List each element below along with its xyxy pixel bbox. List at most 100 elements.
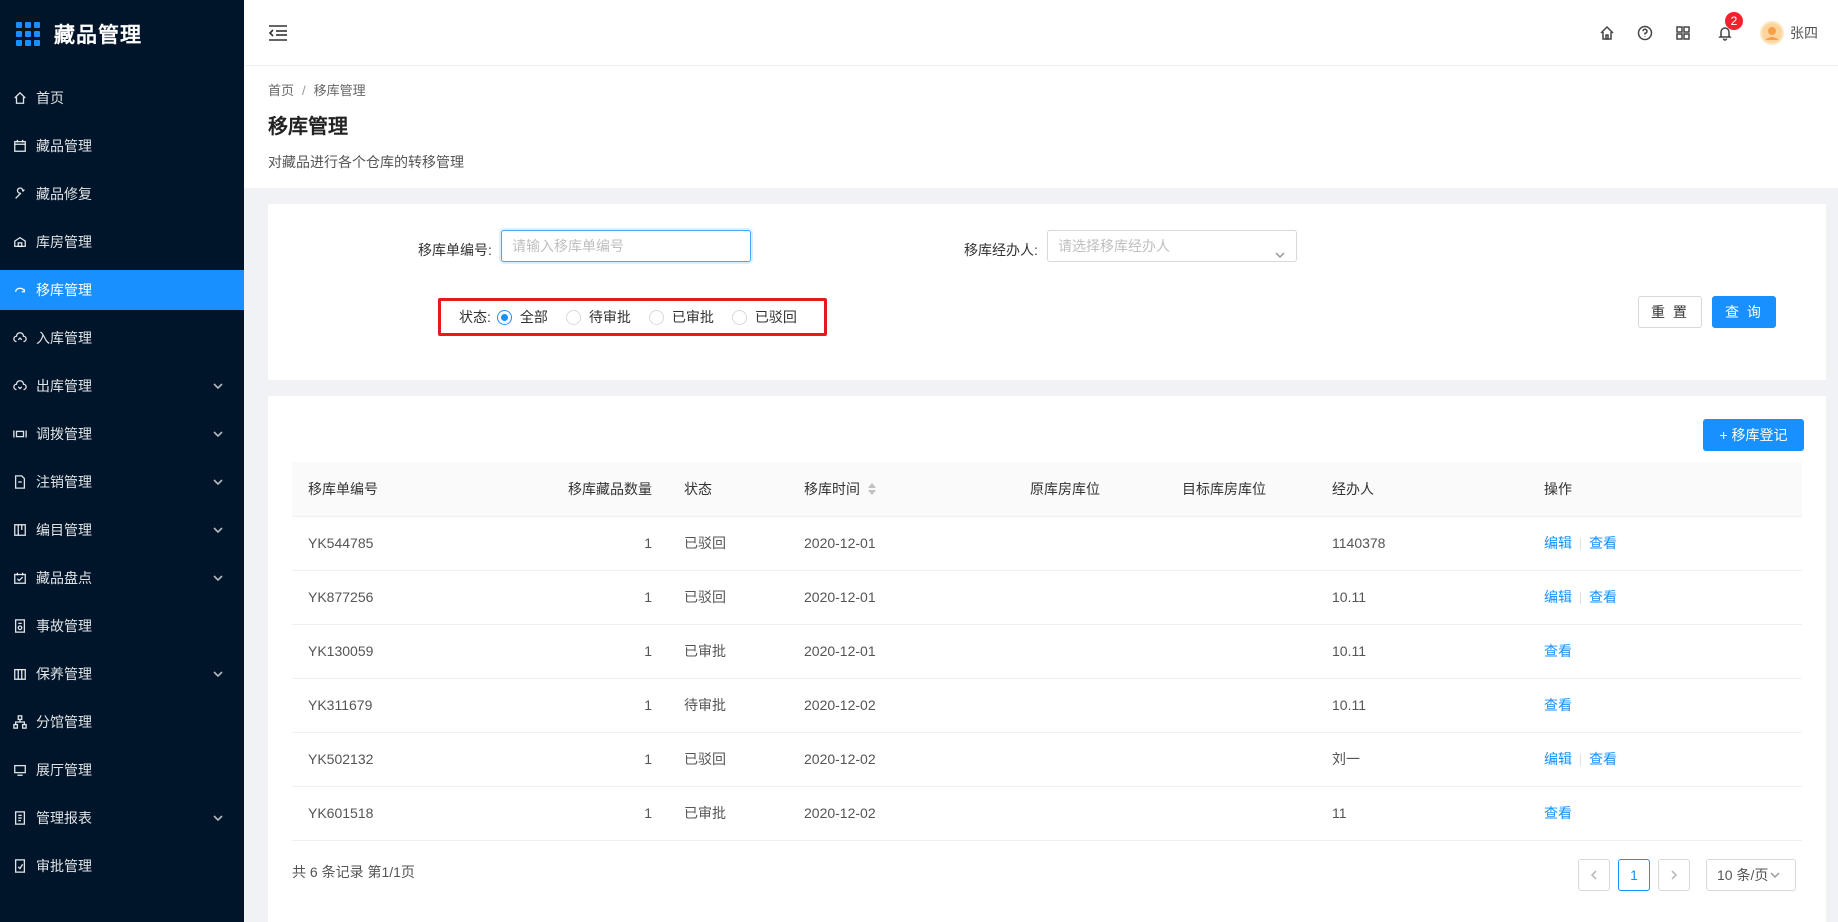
view-link[interactable]: 查看 xyxy=(1589,535,1617,551)
radio-circle-icon[interactable] xyxy=(648,309,664,325)
status-radio-1[interactable]: 待审批 xyxy=(565,307,631,327)
view-link[interactable]: 查看 xyxy=(1544,697,1572,713)
cell-count: 1 xyxy=(512,570,668,625)
edit-link[interactable]: 编辑 xyxy=(1544,751,1572,767)
chevron-down-icon[interactable] xyxy=(212,475,224,487)
order-no-input[interactable] xyxy=(501,230,751,262)
cell-handler: 10.11 xyxy=(1316,624,1528,679)
sidebar-item-label: 保养管理 xyxy=(36,666,92,682)
pagination: 1 10 条/页 xyxy=(1570,859,1796,891)
table-body: YK544785 1 已驳回 2020-12-01 1140378 编辑 查看 YK87725… xyxy=(292,516,1802,841)
table-row: YK601518 1 已审批 2020-12-02 11 查看 xyxy=(292,786,1802,841)
table-row: YK502132 1 已驳回 2020-12-02 刘一 编辑 查看 xyxy=(292,732,1802,787)
sidebar-item-2[interactable]: 藏品修复 xyxy=(0,174,244,214)
monitor-icon xyxy=(13,763,27,777)
sidebar-item-label: 藏品修复 xyxy=(36,186,92,202)
status-radio-0[interactable]: 全部 xyxy=(496,307,548,327)
app-grid-icon xyxy=(16,22,40,46)
maintenance-icon xyxy=(13,667,27,681)
cell-code: YK544785 xyxy=(292,516,512,571)
col-time[interactable]: 移库时间 xyxy=(788,462,1014,517)
sidebar-item-15[interactable]: 管理报表 xyxy=(0,798,244,838)
sidebar-item-label: 库房管理 xyxy=(36,234,92,250)
col-to-location: 目标库房库位 xyxy=(1166,462,1316,517)
cell-to xyxy=(1166,732,1316,787)
radio-circle-icon[interactable] xyxy=(731,309,747,325)
sidebar-item-label: 管理报表 xyxy=(36,810,92,826)
help-icon[interactable] xyxy=(1636,24,1654,42)
transfer-table: 移库单编号 移库藏品数量 状态 移库时间 原库房库位 目标库房库位 经办人 操作… xyxy=(292,462,1802,841)
table-row: YK311679 1 待审批 2020-12-02 10.11 查看 xyxy=(292,678,1802,733)
chevron-down-icon[interactable] xyxy=(212,427,224,439)
chevron-down-icon[interactable] xyxy=(212,571,224,583)
app-title: 藏品管理 xyxy=(54,24,142,47)
view-link[interactable]: 查看 xyxy=(1589,589,1617,605)
view-link[interactable]: 查看 xyxy=(1544,643,1572,659)
handler-select[interactable]: 请选择移库经办人 xyxy=(1047,230,1297,262)
next-page-button[interactable] xyxy=(1658,859,1690,891)
page-1-button[interactable]: 1 xyxy=(1618,859,1650,891)
view-link[interactable]: 查看 xyxy=(1589,751,1617,767)
sidebar-menu: 首页藏品管理藏品修复库房管理移库管理入库管理出库管理调拨管理注销管理编目管理藏品… xyxy=(0,78,244,886)
breadcrumb-home[interactable]: 首页 xyxy=(268,83,294,98)
chevron-down-icon[interactable] xyxy=(212,523,224,535)
cell-count: 1 xyxy=(512,732,668,787)
status-radio-2[interactable]: 已审批 xyxy=(648,307,714,327)
radio-circle-icon[interactable] xyxy=(496,309,512,325)
sidebar-item-12[interactable]: 保养管理 xyxy=(0,654,244,694)
apps-icon[interactable] xyxy=(1674,24,1692,42)
cell-time: 2020-12-01 xyxy=(788,570,1014,625)
edit-link[interactable]: 编辑 xyxy=(1544,535,1572,551)
sidebar-item-5[interactable]: 入库管理 xyxy=(0,318,244,358)
chevron-down-icon[interactable] xyxy=(212,811,224,823)
col-time-label: 移库时间 xyxy=(804,480,860,497)
wrench-icon xyxy=(13,187,27,201)
username[interactable]: 张四 xyxy=(1790,23,1818,43)
prev-page-button[interactable] xyxy=(1578,859,1610,891)
sort-icon[interactable] xyxy=(868,482,876,498)
page-size-select[interactable]: 10 条/页 xyxy=(1706,859,1796,891)
sidebar-item-0[interactable]: 首页 xyxy=(0,78,244,118)
cell-actions: 查看 xyxy=(1528,624,1802,679)
cell-actions: 编辑 查看 xyxy=(1528,732,1802,787)
home-icon[interactable] xyxy=(1598,24,1616,42)
sidebar-item-13[interactable]: 分馆管理 xyxy=(0,702,244,742)
chevron-down-icon[interactable] xyxy=(212,379,224,391)
query-button[interactable]: 查 询 xyxy=(1712,296,1776,328)
handler-label: 移库经办人: xyxy=(964,242,1038,258)
branch-icon xyxy=(13,715,27,729)
edit-link[interactable]: 编辑 xyxy=(1544,589,1572,605)
sidebar-item-7[interactable]: 调拨管理 xyxy=(0,414,244,454)
status-radio-3[interactable]: 已驳回 xyxy=(731,307,797,327)
sidebar-item-3[interactable]: 库房管理 xyxy=(0,222,244,262)
chevron-down-icon[interactable] xyxy=(212,667,224,679)
handler-select-placeholder: 请选择移库经办人 xyxy=(1058,238,1170,254)
sidebar-item-10[interactable]: 藏品盘点 xyxy=(0,558,244,598)
cell-status: 已审批 xyxy=(668,624,788,679)
cell-from xyxy=(1014,732,1166,787)
view-link[interactable]: 查看 xyxy=(1544,805,1572,821)
bell-icon[interactable]: 2 xyxy=(1716,12,1743,42)
sidebar-item-6[interactable]: 出库管理 xyxy=(0,366,244,406)
table-row: YK130059 1 已审批 2020-12-01 10.11 查看 xyxy=(292,624,1802,679)
notification-badge: 2 xyxy=(1725,12,1743,30)
sidebar-item-1[interactable]: 藏品管理 xyxy=(0,126,244,166)
add-transfer-button[interactable]: + 移库登记 xyxy=(1703,419,1804,451)
menu-fold-icon[interactable] xyxy=(268,24,288,42)
cell-time: 2020-12-01 xyxy=(788,624,1014,679)
sidebar-item-8[interactable]: 注销管理 xyxy=(0,462,244,502)
catalog-icon xyxy=(13,523,27,537)
status-radio-label: 已审批 xyxy=(671,309,714,325)
sidebar-item-label: 藏品管理 xyxy=(36,138,92,154)
reset-button[interactable]: 重 置 xyxy=(1638,296,1702,328)
sidebar-item-14[interactable]: 展厅管理 xyxy=(0,750,244,790)
sidebar-item-11[interactable]: 事故管理 xyxy=(0,606,244,646)
avatar[interactable] xyxy=(1760,21,1784,45)
sidebar-item-16[interactable]: 审批管理 xyxy=(0,846,244,886)
transfer-icon xyxy=(13,283,27,297)
home-icon xyxy=(13,91,27,105)
cell-to xyxy=(1166,516,1316,571)
sidebar-item-4[interactable]: 移库管理 xyxy=(0,270,244,310)
sidebar-item-9[interactable]: 编目管理 xyxy=(0,510,244,550)
radio-circle-icon[interactable] xyxy=(565,309,581,325)
